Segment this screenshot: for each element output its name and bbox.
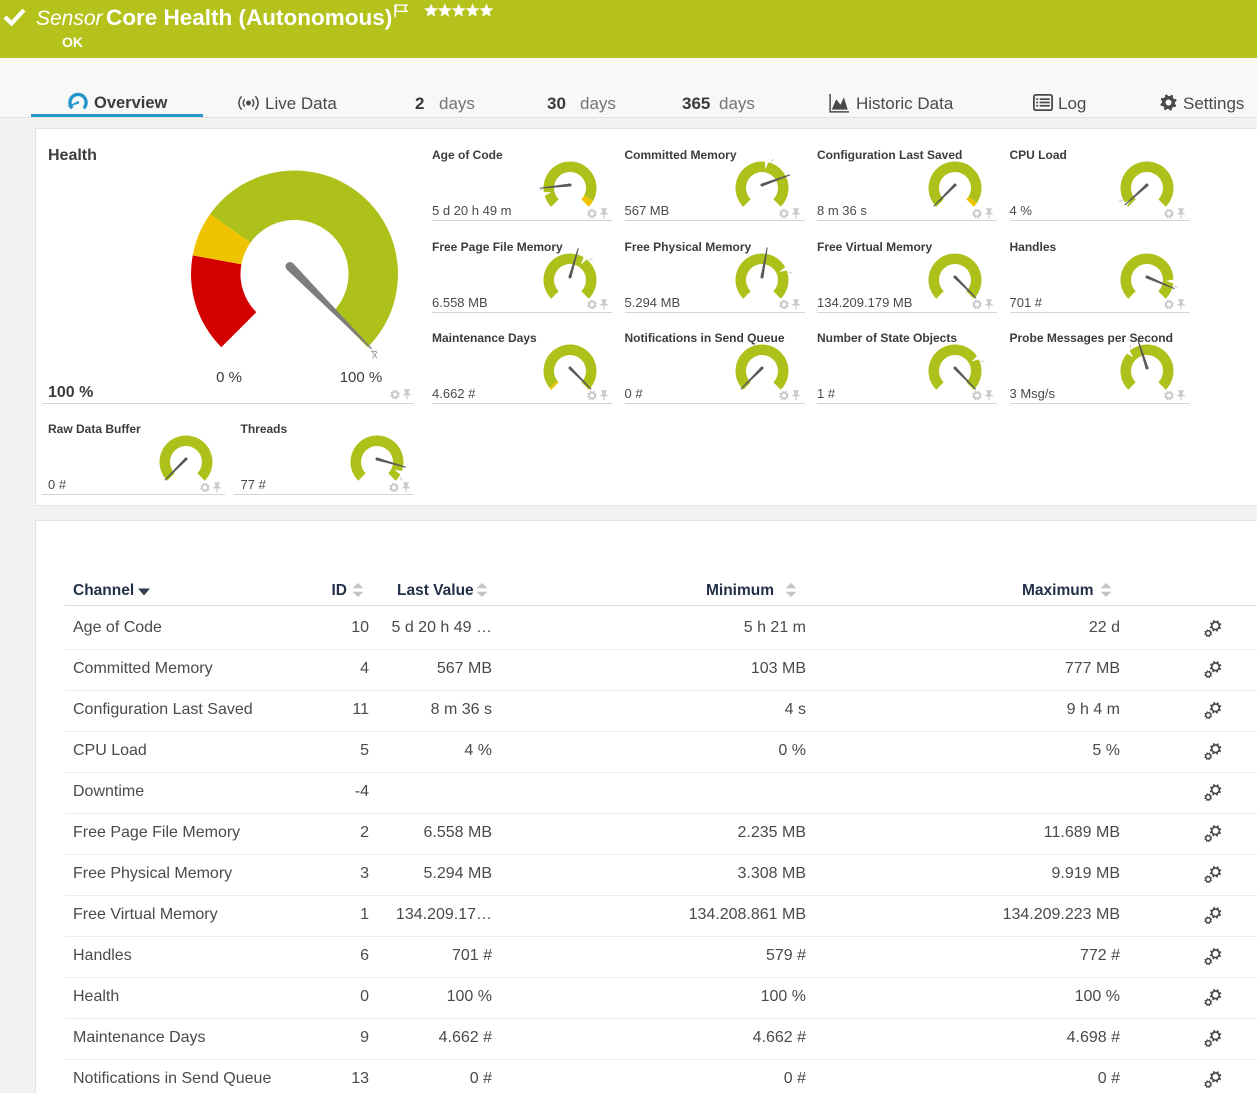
svg-text:x: x — [372, 348, 378, 362]
